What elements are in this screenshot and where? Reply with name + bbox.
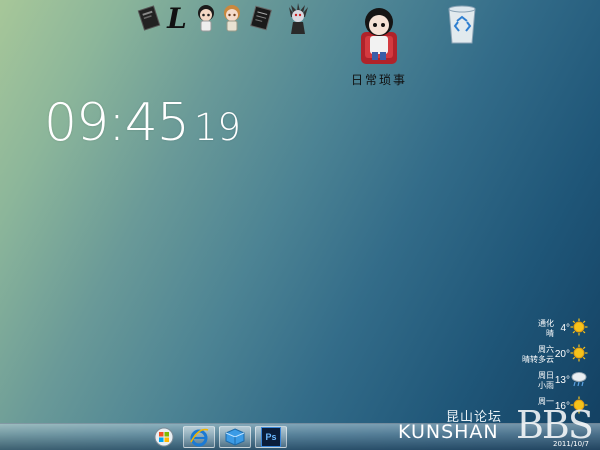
- desktop-folder-label: 日常琐事: [350, 73, 407, 87]
- weather-temp: 4°: [560, 323, 570, 334]
- chibi-on-chair-icon: [361, 8, 397, 64]
- sunny-icon: [570, 318, 588, 336]
- weather-row: 周日 小雨 13°: [516, 370, 588, 396]
- desktop-folder-icon[interactable]: [355, 4, 403, 68]
- clock-widget: 09:45 19: [44, 93, 241, 153]
- sunny-icon: [570, 344, 588, 362]
- weather-temp: 20°: [554, 349, 570, 360]
- taskbar-ie-button[interactable]: [183, 426, 215, 448]
- clock-seconds: 19: [193, 106, 241, 149]
- weather-label: 周日 小雨: [538, 371, 554, 390]
- start-icon: [154, 427, 174, 447]
- watermark-en: KUNSHAN: [398, 421, 499, 443]
- weather-label: 通化晴: [538, 319, 554, 338]
- notebook-icon[interactable]: [135, 3, 163, 33]
- weather-temp: 13°: [554, 375, 570, 386]
- watermark-date: 2011/10/7: [553, 440, 589, 448]
- taskbar-photoshop-button[interactable]: Ps: [255, 426, 287, 448]
- chibi-character-icon[interactable]: [192, 3, 220, 33]
- start-button[interactable]: [148, 426, 180, 448]
- internet-explorer-icon: [190, 428, 209, 447]
- recycle-bin-icon[interactable]: [445, 3, 479, 45]
- weather-row: 周六 晴转多云 20°: [516, 344, 588, 370]
- taskbar-cube-app-button[interactable]: [219, 426, 251, 448]
- chibi-character-icon[interactable]: [218, 3, 246, 33]
- clock-hours-minutes: 09:45: [44, 93, 190, 153]
- photoshop-icon-text: Ps: [265, 432, 277, 442]
- photoshop-icon: Ps: [261, 427, 281, 447]
- weather-row: 通化晴 4°: [516, 318, 588, 344]
- watermark: 昆山论坛 KUNSHAN BBS 2011/10/7: [398, 403, 598, 448]
- shinigami-icon[interactable]: [282, 3, 314, 34]
- l-letter-glyph: L: [167, 1, 187, 35]
- rain-icon: [571, 372, 587, 387]
- weather-label: 周六 晴转多云: [522, 345, 554, 364]
- notebook-icon[interactable]: [247, 3, 275, 33]
- cube-app-icon: [225, 428, 245, 446]
- l-letter-icon[interactable]: L: [163, 1, 191, 35]
